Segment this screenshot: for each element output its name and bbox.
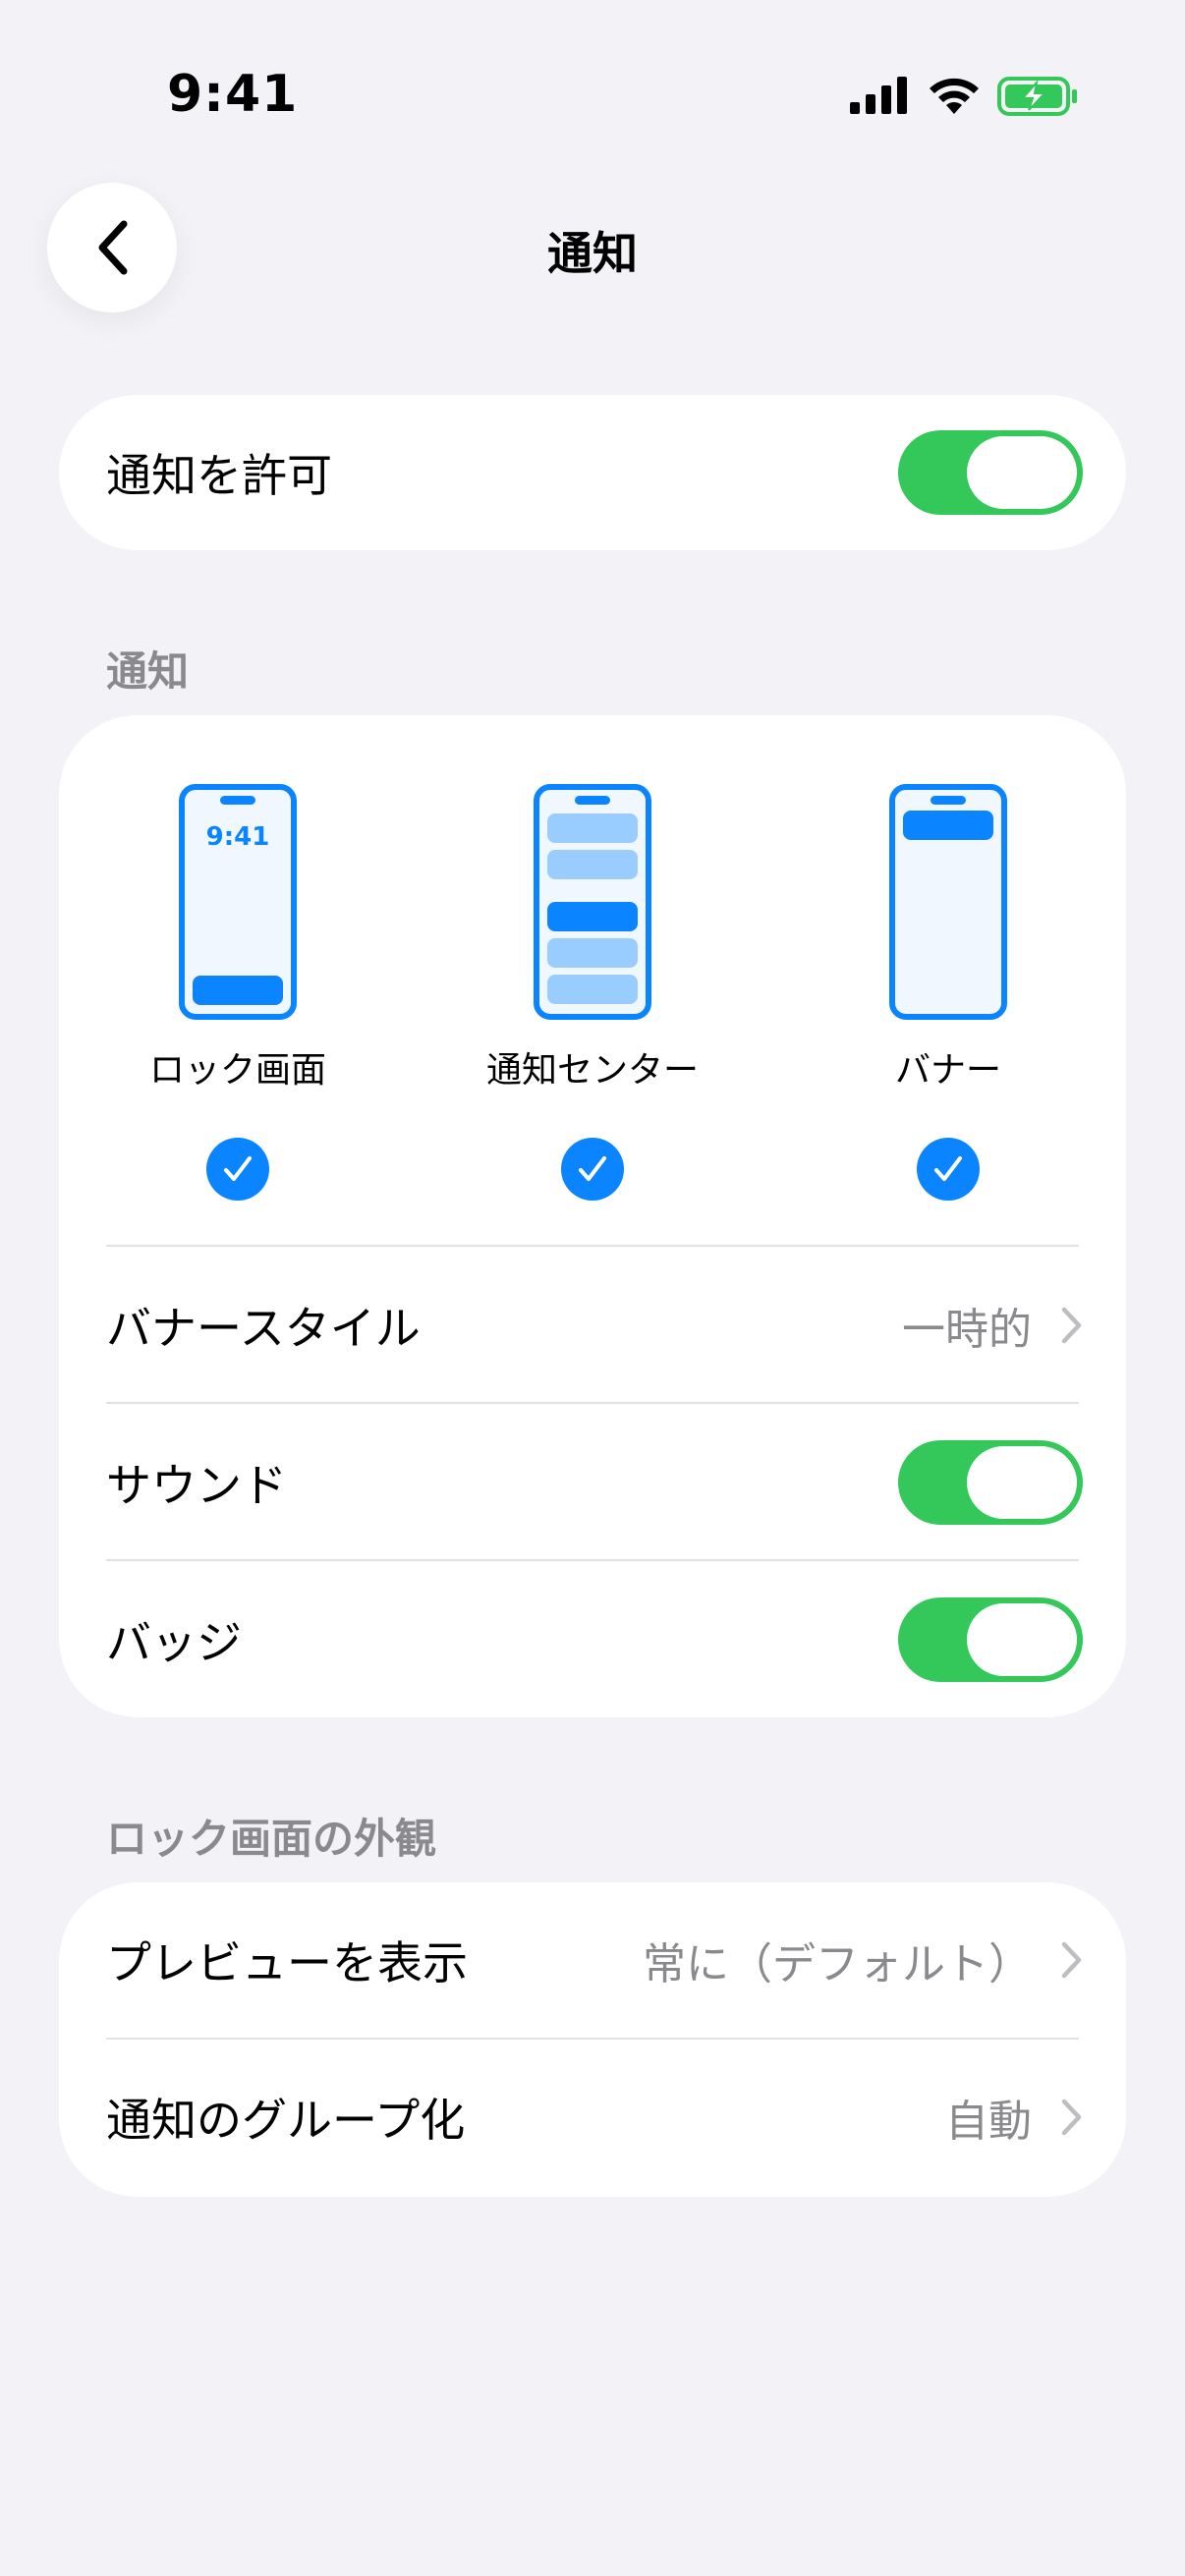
divider <box>106 1402 1079 1404</box>
lock-screen-preview-time: 9:41 <box>206 822 270 852</box>
notification-center-preview-icon <box>534 784 651 1020</box>
option-lock-screen-checkmark[interactable] <box>206 1138 269 1201</box>
option-notification-center-label: 通知センター <box>485 1050 699 1091</box>
banner-style-label: バナースタイル <box>106 1302 421 1355</box>
option-notification-center[interactable]: 通知センター <box>445 784 740 1201</box>
allow-notifications-toggle[interactable] <box>898 430 1083 515</box>
divider <box>106 1245 1079 1247</box>
banner-preview-icon <box>889 784 1007 1020</box>
option-banner-label: バナー <box>894 1050 1001 1091</box>
checkmark-icon <box>224 1156 252 1181</box>
show-previews-row[interactable]: プレビューを表示 常に（デフォルト） <box>106 1882 1083 2038</box>
sound-row: サウンド <box>106 1405 1083 1560</box>
option-lock-screen-label: ロック画面 <box>148 1050 326 1091</box>
badge-label: バッジ <box>106 1616 242 1669</box>
allow-notifications-row: 通知を許可 <box>106 395 1083 550</box>
banner-style-value: 一時的 <box>902 1305 1032 1355</box>
banner-style-row[interactable]: バナースタイル 一時的 <box>106 1248 1083 1403</box>
toggle-knob <box>967 1446 1077 1519</box>
show-previews-label: プレビューを表示 <box>106 1936 468 1989</box>
wifi-icon <box>930 78 979 114</box>
status-bar: 9:41 <box>0 0 1185 187</box>
section-header-lock-screen-appearance: ロック画面の外観 <box>106 1815 437 1863</box>
notification-grouping-row[interactable]: 通知のグループ化 自動 <box>106 2040 1083 2195</box>
badge-row: バッジ <box>106 1562 1083 1717</box>
status-time: 9:41 <box>167 65 299 124</box>
sound-toggle[interactable] <box>898 1440 1083 1525</box>
divider <box>106 1559 1079 1561</box>
show-previews-value: 常に（デフォルト） <box>643 1939 1032 1989</box>
option-lock-screen[interactable]: 9:41 ロック画面 <box>90 784 385 1201</box>
lock-screen-preview-icon: 9:41 <box>179 784 297 1020</box>
chevron-right-icon <box>1061 1307 1083 1344</box>
lock-screen-appearance-card: プレビューを表示 常に（デフォルト） 通知のグループ化 自動 <box>59 1882 1126 2197</box>
checkmark-icon <box>579 1156 606 1181</box>
chevron-right-icon <box>1061 1941 1083 1979</box>
toggle-knob <box>967 1603 1077 1676</box>
option-banner[interactable]: バナー <box>801 784 1096 1201</box>
sound-label: サウンド <box>106 1459 287 1512</box>
page-title: 通知 <box>547 227 638 280</box>
option-banner-checkmark[interactable] <box>917 1138 980 1201</box>
toggle-knob <box>967 436 1077 509</box>
option-notification-center-checkmark[interactable] <box>561 1138 624 1201</box>
notification-grouping-value: 自動 <box>945 2097 1032 2147</box>
chevron-right-icon <box>1061 2099 1083 2136</box>
badge-toggle[interactable] <box>898 1597 1083 1682</box>
notification-grouping-label: 通知のグループ化 <box>106 2094 466 2147</box>
allow-notifications-card: 通知を許可 <box>59 395 1126 550</box>
allow-notifications-label: 通知を許可 <box>106 449 332 502</box>
section-header-notifications: 通知 <box>106 647 190 696</box>
cellular-signal-icon <box>850 77 907 114</box>
battery-charging-icon <box>997 77 1077 116</box>
checkmark-icon <box>934 1156 962 1181</box>
